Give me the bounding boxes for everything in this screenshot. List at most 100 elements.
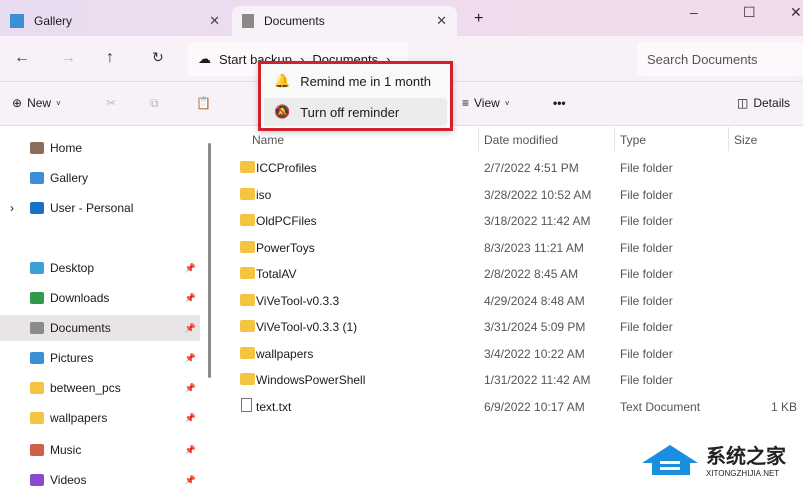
sidebar-item-label: Videos xyxy=(50,473,87,487)
file-type: File folder xyxy=(620,320,673,334)
watermark-cn: 系统之家 xyxy=(706,446,786,468)
file-size: 1 KB xyxy=(770,399,797,414)
column-name[interactable]: Name xyxy=(252,133,284,147)
file-name: ViVeTool-v0.3.3 xyxy=(256,293,340,308)
file-type: File folder xyxy=(620,293,673,308)
column-date-modified[interactable]: Date modified xyxy=(484,133,558,147)
navigation-pane: Home Gallery › User - Personal Desktop 📌 Downl… xyxy=(0,127,210,491)
file-row[interactable]: wallpapers 3/4/2022 10:22 AM File folder xyxy=(220,340,803,366)
details-pane-icon: ◫ xyxy=(737,96,749,110)
file-row[interactable]: TotalAV 2/8/2022 8:45 AM File folder xyxy=(220,260,803,286)
file-row[interactable]: ViVeTool-v0.3.3 4/29/2024 8:48 AM File fol… xyxy=(220,287,803,313)
new-button[interactable]: ⊕ New ˅ xyxy=(12,96,61,110)
sidebar-item-label: Pictures xyxy=(50,351,94,365)
snooze-bell-icon: 🔔 xyxy=(274,73,291,88)
file-type: File folder xyxy=(620,161,673,175)
folder-icon xyxy=(240,187,255,200)
text-file-icon xyxy=(241,397,252,412)
sidebar-item[interactable]: Home xyxy=(0,135,200,161)
sidebar-item-label: Home xyxy=(50,141,83,155)
sidebar-item-label: between_pcs xyxy=(50,381,121,395)
file-name: text.txt xyxy=(256,399,292,414)
watermark-en: XITONGZHIJIA.NET xyxy=(706,469,780,478)
cut-icon[interactable]: ✂ xyxy=(106,96,116,110)
pin-icon: 📌 xyxy=(184,322,196,333)
tab-documents[interactable]: Documents ✕ xyxy=(232,6,457,36)
sidebar-item[interactable]: Gallery xyxy=(0,165,200,191)
title-bar: Gallery ✕ Documents ✕ + – ☐ ✕ xyxy=(0,0,803,36)
sidebar-item-label: Gallery xyxy=(50,171,89,185)
file-date: 4/29/2024 8:48 AM xyxy=(484,293,585,308)
folder-icon xyxy=(240,240,255,253)
turn-off-reminder-item[interactable]: 🔕 Turn off reminder xyxy=(264,98,447,126)
sidebar-item[interactable]: Downloads 📌 xyxy=(0,285,200,311)
minimize-button[interactable]: – xyxy=(690,4,698,20)
file-type: File folder xyxy=(620,240,673,255)
sidebar-item-label: Downloads xyxy=(50,291,110,305)
file-date: 2/7/2022 4:51 PM xyxy=(484,161,579,175)
copy-icon[interactable]: ⧉ xyxy=(150,96,159,111)
file-name: OldPCFiles xyxy=(256,214,317,228)
maximize-button[interactable]: ☐ xyxy=(743,4,756,21)
file-row[interactable]: WindowsPowerShell 1/31/2022 11:42 AM File … xyxy=(220,366,803,392)
pin-icon: 📌 xyxy=(184,474,196,485)
plus-circle-icon: ⊕ xyxy=(12,96,23,110)
file-row[interactable]: text.txt 6/9/2022 10:17 AM Text Document 1 … xyxy=(220,393,803,419)
folder-icon xyxy=(240,373,255,385)
file-row[interactable]: OldPCFiles 3/18/2022 11:42 AM File folder xyxy=(220,207,803,233)
sidebar-item[interactable]: › User - Personal xyxy=(0,195,200,221)
file-type: Text Document xyxy=(620,399,701,414)
details-button[interactable]: ◫ Details xyxy=(737,96,790,110)
more-options-button[interactable]: ••• xyxy=(553,96,566,110)
paste-icon[interactable]: 📋 xyxy=(196,96,211,110)
remind-me-later-item[interactable]: 🔔 Remind me in 1 month xyxy=(264,67,447,95)
pin-icon: 📌 xyxy=(184,412,196,423)
close-icon[interactable]: ✕ xyxy=(209,13,220,29)
folder-icon xyxy=(30,292,44,304)
sidebar-scrollbar[interactable] xyxy=(208,143,211,378)
back-button[interactable]: ← xyxy=(14,49,30,67)
sidebar-item[interactable]: Music 📌 xyxy=(0,437,200,463)
file-row[interactable]: PowerToys 8/3/2023 11:21 AM File folder xyxy=(220,234,803,260)
search-input[interactable]: Search Documents xyxy=(637,42,803,76)
sidebar-item-label: Music xyxy=(50,443,82,457)
folder-icon xyxy=(30,262,44,274)
view-button[interactable]: ≡ View ˅ xyxy=(462,96,509,110)
expand-chevron-icon[interactable]: › xyxy=(10,201,14,215)
file-type: File folder xyxy=(620,187,673,202)
file-name: ICCProfiles xyxy=(256,161,317,175)
folder-icon xyxy=(30,172,44,184)
file-type: File folder xyxy=(620,214,673,228)
file-row[interactable]: ICCProfiles 2/7/2022 4:51 PM File folder xyxy=(220,154,803,180)
refresh-button[interactable]: ↻ xyxy=(152,49,164,66)
file-type: File folder xyxy=(620,267,673,281)
file-row[interactable]: iso 3/28/2022 10:52 AM File folder xyxy=(220,181,803,207)
sidebar-item[interactable]: Desktop 📌 xyxy=(0,255,200,281)
forward-button[interactable]: → xyxy=(60,49,76,67)
sidebar-item[interactable]: between_pcs 📌 xyxy=(0,375,200,401)
file-row[interactable]: ViVeTool-v0.3.3 (1) 3/31/2024 5:09 PM File… xyxy=(220,313,803,339)
column-type[interactable]: Type xyxy=(620,133,646,147)
sidebar-item[interactable]: Documents 📌 xyxy=(0,315,200,341)
file-date: 8/3/2023 11:21 AM xyxy=(484,240,584,255)
file-date: 3/31/2024 5:09 PM xyxy=(484,320,586,334)
new-tab-button[interactable]: + xyxy=(474,10,483,28)
sidebar-item[interactable]: wallpapers 📌 xyxy=(0,405,200,431)
sidebar-item[interactable]: Pictures 📌 xyxy=(0,345,200,371)
document-icon xyxy=(242,14,254,28)
search-placeholder: Search Documents xyxy=(647,51,758,67)
close-window-button[interactable]: ✕ xyxy=(790,4,802,21)
file-date: 3/18/2022 11:42 AM xyxy=(484,214,591,228)
file-name: iso xyxy=(256,187,272,202)
details-label: Details xyxy=(753,96,791,110)
file-date: 3/28/2022 10:52 AM xyxy=(484,187,592,202)
sidebar-item[interactable]: Videos 📌 xyxy=(0,467,200,493)
bell-off-icon: 🔕 xyxy=(274,104,291,119)
up-button[interactable]: ↑ xyxy=(106,49,114,67)
file-name: ViVeTool-v0.3.3 (1) xyxy=(256,320,358,334)
pin-icon: 📌 xyxy=(184,352,196,363)
close-icon[interactable]: ✕ xyxy=(436,13,447,29)
tab-gallery[interactable]: Gallery ✕ xyxy=(0,6,230,36)
column-size[interactable]: Size xyxy=(734,133,757,147)
list-icon: ≡ xyxy=(462,96,470,110)
